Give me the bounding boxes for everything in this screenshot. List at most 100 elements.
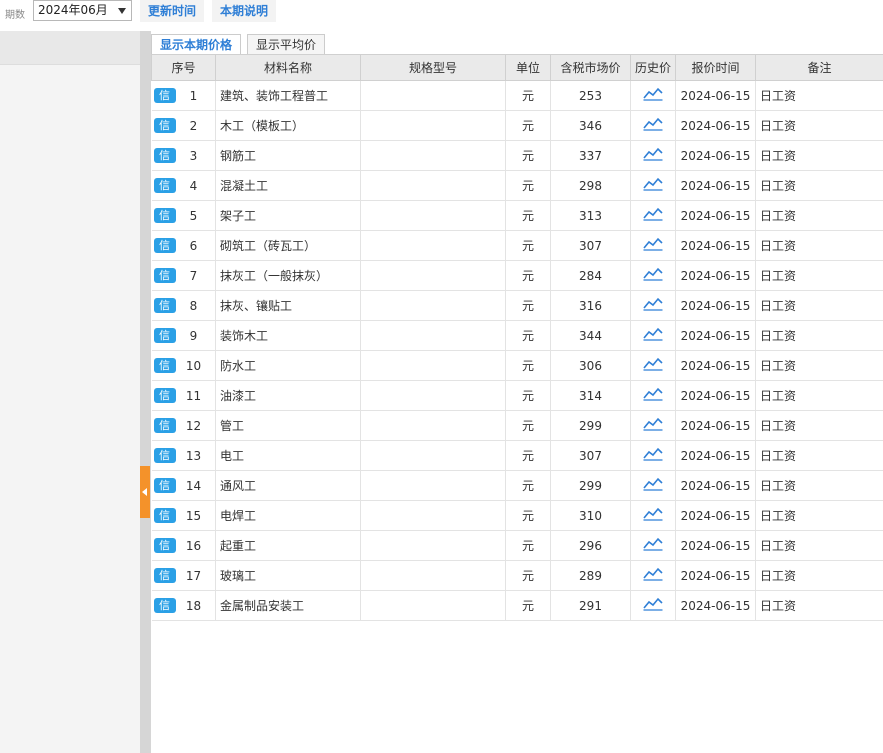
line-chart-icon[interactable] [643, 357, 663, 374]
seq-cell: 信7 [151, 260, 216, 291]
seq-number: 8 [189, 298, 198, 313]
tab-average-price[interactable]: 显示平均价 [247, 34, 326, 54]
table-row[interactable]: 信 3 钢筋工元 337 2024-06-15 日工资 [151, 140, 883, 171]
table-row[interactable]: 信 8 抹灰、镶贴工元 316 2024-06-15 日工资 [151, 290, 883, 321]
line-chart-icon[interactable] [643, 567, 663, 584]
period-select[interactable]: 2024年06月 [33, 0, 132, 21]
line-chart-icon[interactable] [643, 207, 663, 224]
info-badge[interactable]: 信 [153, 508, 176, 523]
table-row[interactable]: 信 7 抹灰工（一般抹灰）元 284 2024-06-15 日工资 [151, 260, 883, 291]
history-cell [630, 440, 676, 471]
line-chart-icon[interactable] [643, 147, 663, 164]
info-badge[interactable]: 信 [153, 448, 176, 463]
period-note-button[interactable]: 本期说明 [212, 0, 277, 22]
line-chart-icon[interactable] [643, 417, 663, 434]
line-chart-icon[interactable] [643, 237, 663, 254]
table-row[interactable]: 信 5 架子工元 313 2024-06-15 日工资 [151, 200, 883, 231]
line-chart-icon[interactable] [643, 297, 663, 314]
header-price[interactable]: 含税市场价 [550, 54, 631, 81]
line-chart-icon[interactable] [643, 117, 663, 134]
price-cell: 314 [550, 380, 631, 411]
table-row[interactable]: 信 4 混凝土工元 298 2024-06-15 日工资 [151, 170, 883, 201]
info-badge[interactable]: 信 [153, 478, 176, 493]
spec-cell [360, 560, 506, 591]
table-row[interactable]: 信 2 木工（模板工）元 346 2024-06-15 日工资 [151, 110, 883, 141]
collapse-left-button[interactable] [140, 466, 150, 518]
spec-cell [360, 230, 506, 261]
quote-date-cell: 2024-06-15 [675, 350, 756, 381]
table-row[interactable]: 信 6 砌筑工（砖瓦工）元 307 2024-06-15 日工资 [151, 230, 883, 261]
price-cell: 291 [550, 590, 631, 621]
table-row[interactable]: 信 11 油漆工 元 314 2024-06-15 日工资 [151, 380, 883, 411]
info-badge[interactable]: 信 [153, 238, 176, 253]
table-row[interactable]: 信 13 电工 元 307 2024-06-15 日工资 [151, 440, 883, 471]
update-time-button[interactable]: 更新时间 [140, 0, 205, 22]
line-chart-icon[interactable] [643, 177, 663, 194]
spec-cell [360, 440, 506, 471]
seq-cell: 信8 [151, 290, 216, 321]
line-chart-icon[interactable] [643, 387, 663, 404]
header-history[interactable]: 历史价 [630, 54, 676, 81]
header-spec[interactable]: 规格型号 [360, 54, 506, 81]
info-badge[interactable]: 信 [153, 118, 176, 133]
unit-cell: 元 [505, 200, 551, 231]
info-badge[interactable]: 信 [153, 268, 176, 283]
line-chart-icon[interactable] [643, 267, 663, 284]
info-badge[interactable]: 信 [153, 358, 176, 373]
tab-current-price[interactable]: 显示本期价格 [151, 34, 242, 55]
table-row[interactable]: 信 10 防水工 元 306 2024-06-15 日工资 [151, 350, 883, 381]
info-badge[interactable]: 信 [153, 178, 176, 193]
table-row[interactable]: 信 1 建筑、装饰工程普工元 253 2024-06-15 日工资 [151, 80, 883, 111]
info-badge[interactable]: 信 [153, 418, 176, 433]
period-select-value: 2024年06月 [38, 3, 108, 17]
material-name-cell: 钢筋工 [215, 140, 361, 171]
line-chart-icon[interactable] [643, 447, 663, 464]
line-chart-icon[interactable] [643, 327, 663, 344]
note-cell: 日工资 [755, 230, 883, 261]
info-badge[interactable]: 信 [153, 88, 176, 103]
line-chart-icon[interactable] [643, 507, 663, 524]
info-badge[interactable]: 信 [153, 388, 176, 403]
history-cell [630, 170, 676, 201]
table-row[interactable]: 信 9 装饰木工元 344 2024-06-15 日工资 [151, 320, 883, 351]
seq-number: 18 [185, 598, 202, 613]
info-badge[interactable]: 信 [153, 208, 176, 223]
history-cell [630, 290, 676, 321]
price-cell: 306 [550, 350, 631, 381]
info-badge[interactable]: 信 [153, 148, 176, 163]
seq-cell: 信 10 [151, 350, 216, 381]
price-cell: 253 [550, 80, 631, 111]
line-chart-icon[interactable] [643, 597, 663, 614]
info-badge[interactable]: 信 [153, 328, 176, 343]
header-material-name[interactable]: 材料名称 [215, 54, 361, 81]
spec-cell [360, 530, 506, 561]
header-quote-date[interactable]: 报价时间 [675, 54, 756, 81]
info-badge[interactable]: 信 [153, 298, 176, 313]
line-chart-icon[interactable] [643, 537, 663, 554]
table-row[interactable]: 信 16 起重工 元 296 2024-06-15 日工资 [151, 530, 883, 561]
header-unit[interactable]: 单位 [505, 54, 551, 81]
table-row[interactable]: 信 14 通风工 元 299 2024-06-15 日工资 [151, 470, 883, 501]
quote-date-cell: 2024-06-15 [675, 170, 756, 201]
panel-splitter[interactable] [140, 31, 151, 753]
unit-cell: 元 [505, 470, 551, 501]
quote-date-cell: 2024-06-15 [675, 140, 756, 171]
spec-cell [360, 410, 506, 441]
material-name-cell: 木工（模板工） [215, 110, 361, 141]
info-badge[interactable]: 信 [153, 568, 176, 583]
header-seq[interactable]: 序号 [151, 54, 216, 81]
info-badge[interactable]: 信 [153, 598, 176, 613]
price-cell: 337 [550, 140, 631, 171]
info-badge[interactable]: 信 [153, 538, 176, 553]
table-row[interactable]: 信 18 金属制品安装工 元 291 2024-06-15 日工资 [151, 590, 883, 621]
unit-cell: 元 [505, 140, 551, 171]
table-row[interactable]: 信 12 管工 元 299 2024-06-15 日工资 [151, 410, 883, 441]
spec-cell [360, 380, 506, 411]
header-note[interactable]: 备注 [755, 54, 883, 81]
line-chart-icon[interactable] [643, 87, 663, 104]
unit-cell: 元 [505, 590, 551, 621]
note-cell: 日工资 [755, 80, 883, 111]
table-row[interactable]: 信 17 玻璃工 元 289 2024-06-15 日工资 [151, 560, 883, 591]
line-chart-icon[interactable] [643, 477, 663, 494]
table-row[interactable]: 信 15 电焊工 元 310 2024-06-15 日工资 [151, 500, 883, 531]
